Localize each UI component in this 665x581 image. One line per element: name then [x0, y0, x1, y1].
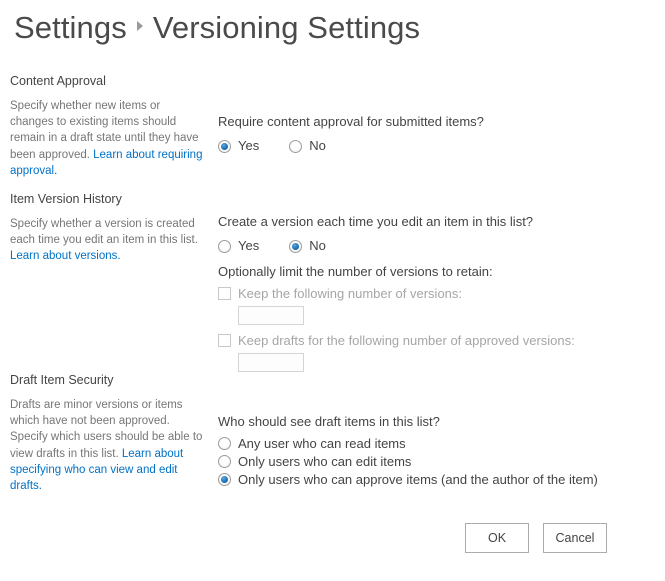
keep-drafts-limit-group: Keep drafts for the following number of … — [218, 333, 658, 372]
content-approval-controls-column: Require content approval for submitted i… — [218, 112, 658, 158]
content-approval-radio-group: Yes No — [218, 136, 658, 156]
learn-about-versions-link[interactable]: Learn about versions. — [10, 250, 121, 262]
version-history-controls-column: Create a version each time you edit an i… — [218, 212, 658, 372]
keep-drafts-checkbox-label: Keep drafts for the following number of … — [238, 333, 575, 348]
version-history-question: Create a version each time you edit an i… — [218, 214, 534, 229]
keep-drafts-checkbox-row[interactable]: Keep drafts for the following number of … — [218, 333, 658, 348]
draft-security-option-editors-label: Only users who can edit items — [238, 454, 412, 469]
version-history-option-yes[interactable]: Yes — [218, 236, 259, 256]
draft-security-question: Who should see draft items in this list? — [218, 414, 440, 429]
radio-icon-unselected[interactable] — [218, 437, 231, 450]
ok-button[interactable]: OK — [465, 523, 529, 553]
version-history-heading: Item Version History — [10, 192, 122, 206]
radio-icon-unselected[interactable] — [218, 239, 231, 253]
keep-versions-checkbox-label: Keep the following number of versions: — [238, 286, 463, 301]
radio-icon-unselected[interactable] — [218, 455, 231, 468]
checkbox-icon-unchecked-disabled[interactable] — [218, 287, 231, 300]
content-approval-option-no-label: No — [309, 138, 326, 153]
dialog-button-bar: OK Cancel — [0, 523, 665, 553]
version-history-description: Specify whether a version is created eac… — [10, 216, 206, 265]
version-history-option-yes-label: Yes — [238, 238, 260, 253]
breadcrumb-parent-settings[interactable]: Settings — [14, 8, 127, 48]
draft-security-radio-group: Any user who can read items Only users w… — [218, 436, 658, 487]
content-approval-question: Require content approval for submitted i… — [218, 114, 484, 129]
draft-security-description-column: Draft Item Security Drafts are minor ver… — [10, 373, 206, 494]
content-approval-option-no[interactable]: No — [289, 136, 326, 156]
cancel-button[interactable]: Cancel — [543, 523, 607, 553]
draft-security-option-approvers[interactable]: Only users who can approve items (and th… — [218, 472, 658, 487]
radio-icon-unselected[interactable] — [289, 139, 303, 153]
page-title: Versioning Settings — [152, 10, 421, 45]
version-history-radio-group: Yes No — [218, 236, 658, 256]
version-history-description-text: Specify whether a version is created eac… — [10, 218, 198, 247]
draft-security-option-any-reader-label: Any user who can read items — [238, 436, 406, 451]
breadcrumb: Settings Versioning Settings — [14, 8, 420, 48]
radio-icon-selected[interactable] — [218, 139, 231, 153]
keep-versions-checkbox-row[interactable]: Keep the following number of versions: — [218, 286, 658, 301]
draft-security-description: Drafts are minor versions or items which… — [10, 397, 206, 494]
content-approval-option-yes-label: Yes — [238, 138, 260, 153]
keep-drafts-count-input[interactable] — [238, 353, 304, 372]
radio-icon-selected[interactable] — [218, 473, 231, 486]
keep-versions-count-input[interactable] — [238, 306, 304, 325]
draft-security-option-any-reader[interactable]: Any user who can read items — [218, 436, 658, 451]
draft-security-heading: Draft Item Security — [10, 373, 114, 387]
draft-security-option-approvers-label: Only users who can approve items (and th… — [238, 472, 598, 487]
content-approval-heading: Content Approval — [10, 74, 106, 88]
version-history-option-no-label: No — [309, 238, 326, 253]
version-limit-subheading: Optionally limit the number of versions … — [218, 264, 493, 279]
triangle-right-icon — [136, 21, 143, 31]
version-history-description-column: Item Version History Specify whether a v… — [10, 192, 206, 265]
radio-icon-selected[interactable] — [289, 239, 303, 253]
content-approval-option-yes[interactable]: Yes — [218, 136, 259, 156]
checkbox-icon-unchecked-disabled[interactable] — [218, 334, 231, 347]
content-approval-description: Specify whether new items or changes to … — [10, 98, 206, 179]
version-history-option-no[interactable]: No — [289, 236, 326, 256]
keep-versions-limit-group: Keep the following number of versions: — [218, 286, 658, 325]
content-approval-description-column: Content Approval Specify whether new ite… — [10, 74, 206, 179]
draft-security-controls-column: Who should see draft items in this list?… — [218, 412, 658, 490]
draft-security-option-editors[interactable]: Only users who can edit items — [218, 454, 658, 469]
